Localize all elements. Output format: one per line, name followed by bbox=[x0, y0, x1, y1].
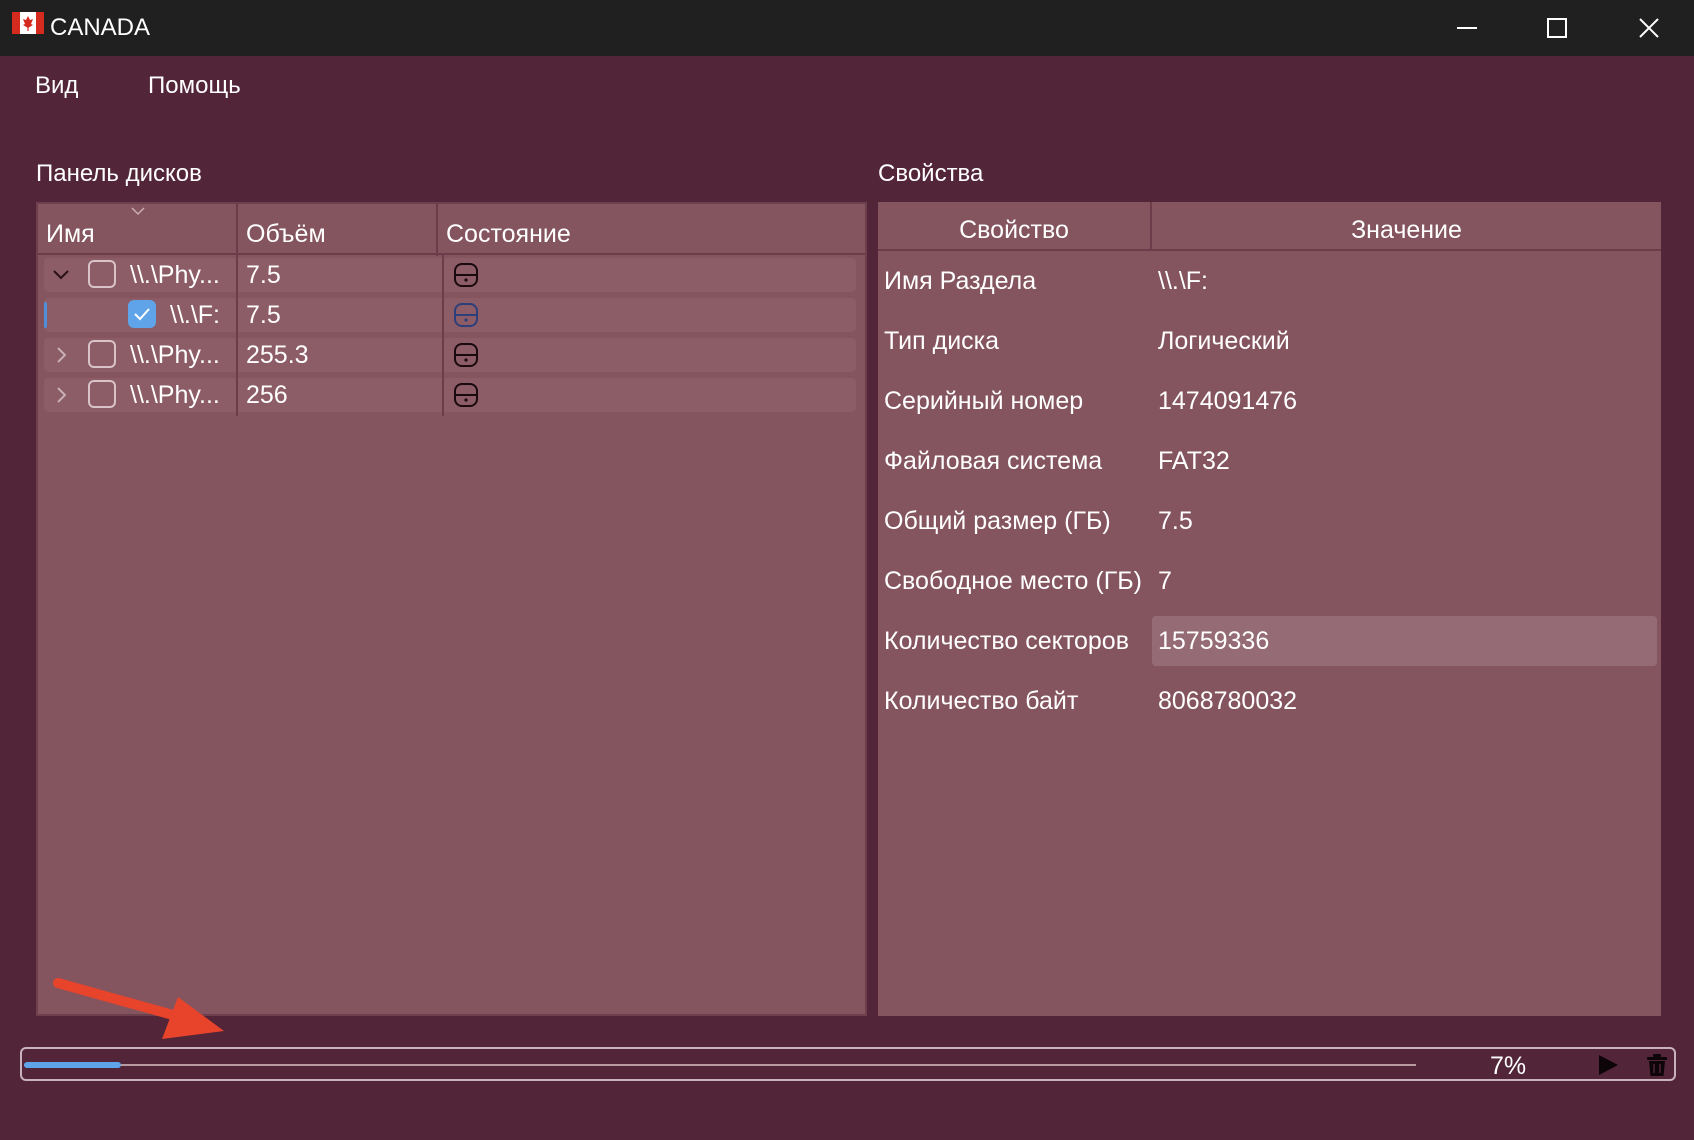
property-value: FAT32 bbox=[1158, 447, 1230, 475]
property-value: Логический bbox=[1158, 327, 1290, 355]
column-divider bbox=[236, 374, 238, 416]
row-name: \\.\F: bbox=[170, 301, 220, 329]
property-key: Серийный номер bbox=[884, 387, 1084, 415]
column-divider bbox=[236, 334, 238, 376]
property-row[interactable]: Серийный номер 1474091476 bbox=[878, 376, 1661, 426]
header-divider bbox=[38, 253, 865, 255]
column-divider bbox=[236, 294, 238, 336]
progress-track bbox=[24, 1064, 1416, 1066]
column-header-value[interactable]: Значение bbox=[1152, 210, 1661, 250]
row-size: 7.5 bbox=[246, 301, 281, 329]
row-checkbox[interactable] bbox=[88, 380, 116, 408]
maximize-icon bbox=[1547, 18, 1567, 38]
column-divider bbox=[442, 294, 444, 336]
property-row[interactable]: Имя Раздела \\.\F: bbox=[878, 256, 1661, 306]
row-size: 7.5 bbox=[246, 261, 281, 289]
minimize-button[interactable] bbox=[1422, 0, 1512, 56]
property-key: Файловая система bbox=[884, 447, 1103, 475]
property-key: Тип диска bbox=[884, 327, 1000, 355]
column-divider bbox=[442, 334, 444, 376]
progress-percent: 7% bbox=[1490, 1052, 1527, 1080]
property-value: 15759336 bbox=[1158, 627, 1270, 655]
property-value: 1474091476 bbox=[1158, 387, 1298, 415]
property-value: \\.\F: bbox=[1158, 267, 1208, 295]
menu-help[interactable]: Помощь bbox=[148, 72, 241, 100]
property-row[interactable]: Общий размер (ГБ) 7.5 bbox=[878, 496, 1661, 546]
property-row-hovered[interactable]: Количество секторов 15759336 bbox=[878, 616, 1661, 666]
row-checkbox[interactable] bbox=[88, 340, 116, 368]
row-size: 256 bbox=[246, 381, 288, 409]
menu-view[interactable]: Вид bbox=[35, 72, 78, 100]
annotation-arrow-icon bbox=[53, 978, 224, 1039]
property-key: Количество секторов bbox=[884, 627, 1129, 655]
column-divider bbox=[442, 254, 444, 296]
properties-table[interactable]: Свойство Значение Имя Раздела \\.\F: Тип… bbox=[878, 202, 1661, 1016]
column-header-state[interactable]: Состояние bbox=[446, 214, 571, 254]
property-value: 8068780032 bbox=[1158, 687, 1298, 715]
property-row[interactable]: Свободное место (ГБ) 7 bbox=[878, 556, 1661, 606]
progress-fill bbox=[24, 1062, 121, 1068]
column-header-property[interactable]: Свойство bbox=[878, 210, 1150, 250]
chevron-down-icon[interactable] bbox=[50, 264, 72, 286]
selection-indicator bbox=[44, 302, 47, 328]
property-row[interactable]: Количество байт 8068780032 bbox=[878, 676, 1661, 726]
row-checkbox[interactable] bbox=[88, 260, 116, 288]
property-key: Имя Раздела bbox=[884, 267, 1037, 295]
column-divider[interactable] bbox=[436, 204, 438, 256]
row-name: \\.\Phy... bbox=[130, 341, 220, 369]
row-checkbox-checked[interactable] bbox=[128, 300, 156, 328]
property-key: Свободное место (ГБ) bbox=[884, 567, 1142, 595]
close-button[interactable] bbox=[1604, 0, 1694, 56]
minimize-icon bbox=[1457, 27, 1477, 29]
column-divider bbox=[442, 374, 444, 416]
progress-panel: 7% bbox=[20, 1047, 1676, 1081]
column-header-size[interactable]: Объём bbox=[246, 214, 326, 254]
column-divider bbox=[236, 254, 238, 296]
tree-row[interactable]: \\.\Phy... 256 bbox=[44, 374, 856, 416]
drive-icon bbox=[454, 383, 478, 407]
property-value: 7.5 bbox=[1158, 507, 1193, 535]
window-title: CANADA bbox=[50, 14, 151, 41]
properties-title: Свойства bbox=[878, 160, 984, 187]
drive-icon bbox=[454, 303, 478, 327]
trash-icon[interactable] bbox=[1646, 1053, 1668, 1077]
row-name: \\.\Phy... bbox=[130, 261, 220, 289]
row-name: \\.\Phy... bbox=[130, 381, 220, 409]
property-row[interactable]: Файловая система FAT32 bbox=[878, 436, 1661, 486]
tree-row-selected[interactable]: \\.\F: 7.5 bbox=[44, 294, 856, 336]
disk-tree-view[interactable]: Имя Объём Состояние \\.\Phy... 7.5 \\.\F… bbox=[36, 202, 867, 1016]
maximize-button[interactable] bbox=[1512, 0, 1602, 56]
property-key: Количество байт bbox=[884, 687, 1079, 715]
play-icon[interactable] bbox=[1596, 1054, 1620, 1076]
checkmark-icon bbox=[134, 308, 150, 321]
chevron-right-icon[interactable] bbox=[50, 384, 72, 406]
canada-flag-icon bbox=[12, 12, 44, 34]
header-divider bbox=[878, 249, 1661, 251]
property-key: Общий размер (ГБ) bbox=[884, 507, 1111, 535]
property-row[interactable]: Тип диска Логический bbox=[878, 316, 1661, 366]
column-divider[interactable] bbox=[236, 204, 238, 256]
tree-row[interactable]: \\.\Phy... 255.3 bbox=[44, 334, 856, 376]
row-size: 255.3 bbox=[246, 341, 309, 369]
title-bar: CANADA bbox=[0, 0, 1694, 56]
drive-icon bbox=[454, 263, 478, 287]
column-header-name[interactable]: Имя bbox=[46, 214, 95, 254]
close-icon bbox=[1639, 18, 1659, 38]
tree-row[interactable]: \\.\Phy... 7.5 bbox=[44, 254, 856, 296]
drive-icon bbox=[454, 343, 478, 367]
property-value: 7 bbox=[1158, 567, 1172, 595]
disk-panel-title: Панель дисков bbox=[36, 160, 202, 187]
sort-chevron-icon[interactable] bbox=[130, 206, 146, 216]
chevron-right-icon[interactable] bbox=[50, 344, 72, 366]
